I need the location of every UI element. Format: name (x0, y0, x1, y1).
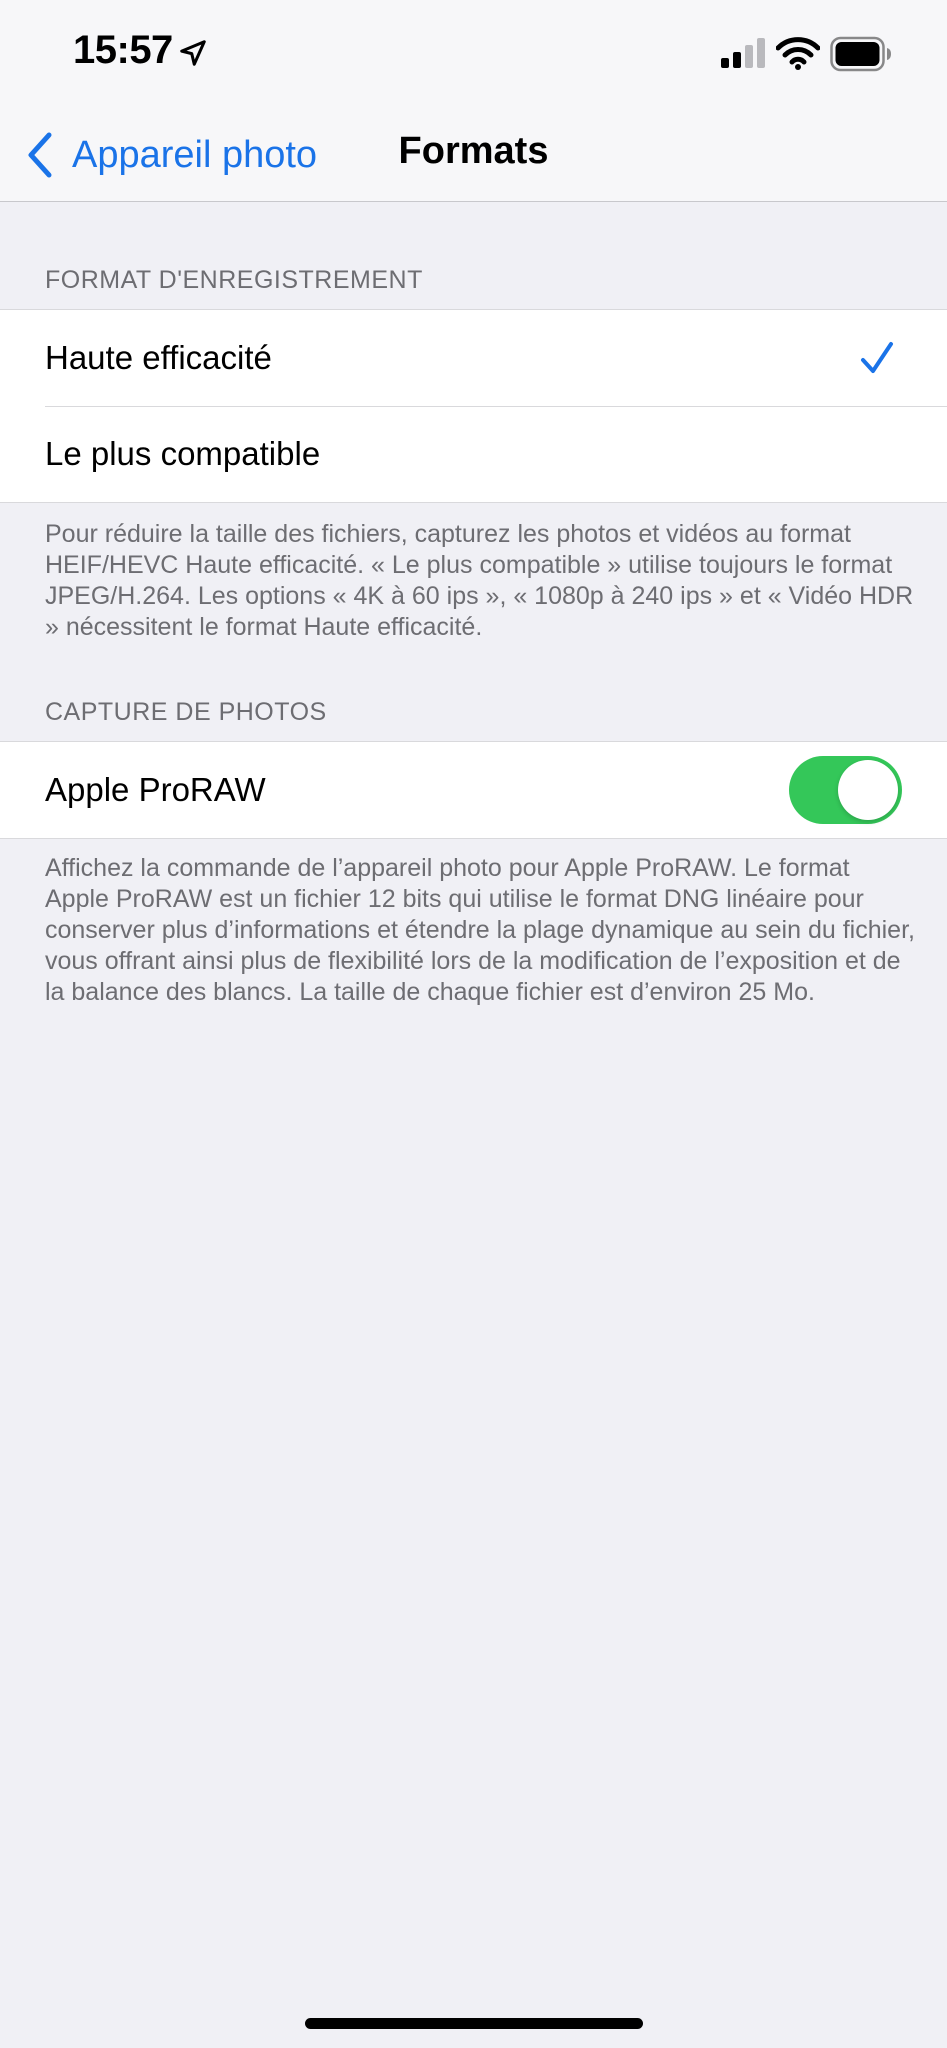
checkmark-icon (861, 342, 893, 373)
section-header-recording-format: FORMAT D'ENREGISTREMENT (45, 266, 423, 294)
navigation-bar: Appareil photo Formats (0, 100, 947, 202)
toggle-knob (838, 760, 898, 820)
option-label: Haute efficacité (45, 339, 272, 376)
option-most-compatible[interactable]: Le plus compatible (0, 406, 947, 502)
battery-icon (830, 36, 891, 72)
cellular-signal-icon (721, 38, 765, 68)
home-indicator[interactable] (305, 2018, 643, 2029)
status-bar: 15:57 (0, 0, 947, 100)
recording-format-footer: Pour réduire la taille des fichiers, cap… (45, 520, 914, 641)
section-header-photo-capture: CAPTURE DE PHOTOS (45, 698, 327, 726)
wifi-icon (776, 37, 820, 70)
apple-proraw-label: Apple ProRAW (45, 771, 266, 808)
photo-capture-group: Apple ProRAW (0, 741, 947, 839)
recording-format-group: Haute efficacité Le plus compatible (0, 309, 947, 503)
option-high-efficiency[interactable]: Haute efficacité (0, 310, 947, 406)
apple-proraw-row: Apple ProRAW (0, 742, 947, 838)
status-time: 15:57 (73, 28, 173, 72)
option-label: Le plus compatible (45, 435, 321, 472)
photo-capture-footer: Affichez la commande de l’appareil photo… (45, 854, 915, 1006)
apple-proraw-toggle[interactable] (789, 756, 902, 824)
page-title: Formats (398, 130, 549, 172)
location-arrow-icon (180, 40, 206, 66)
